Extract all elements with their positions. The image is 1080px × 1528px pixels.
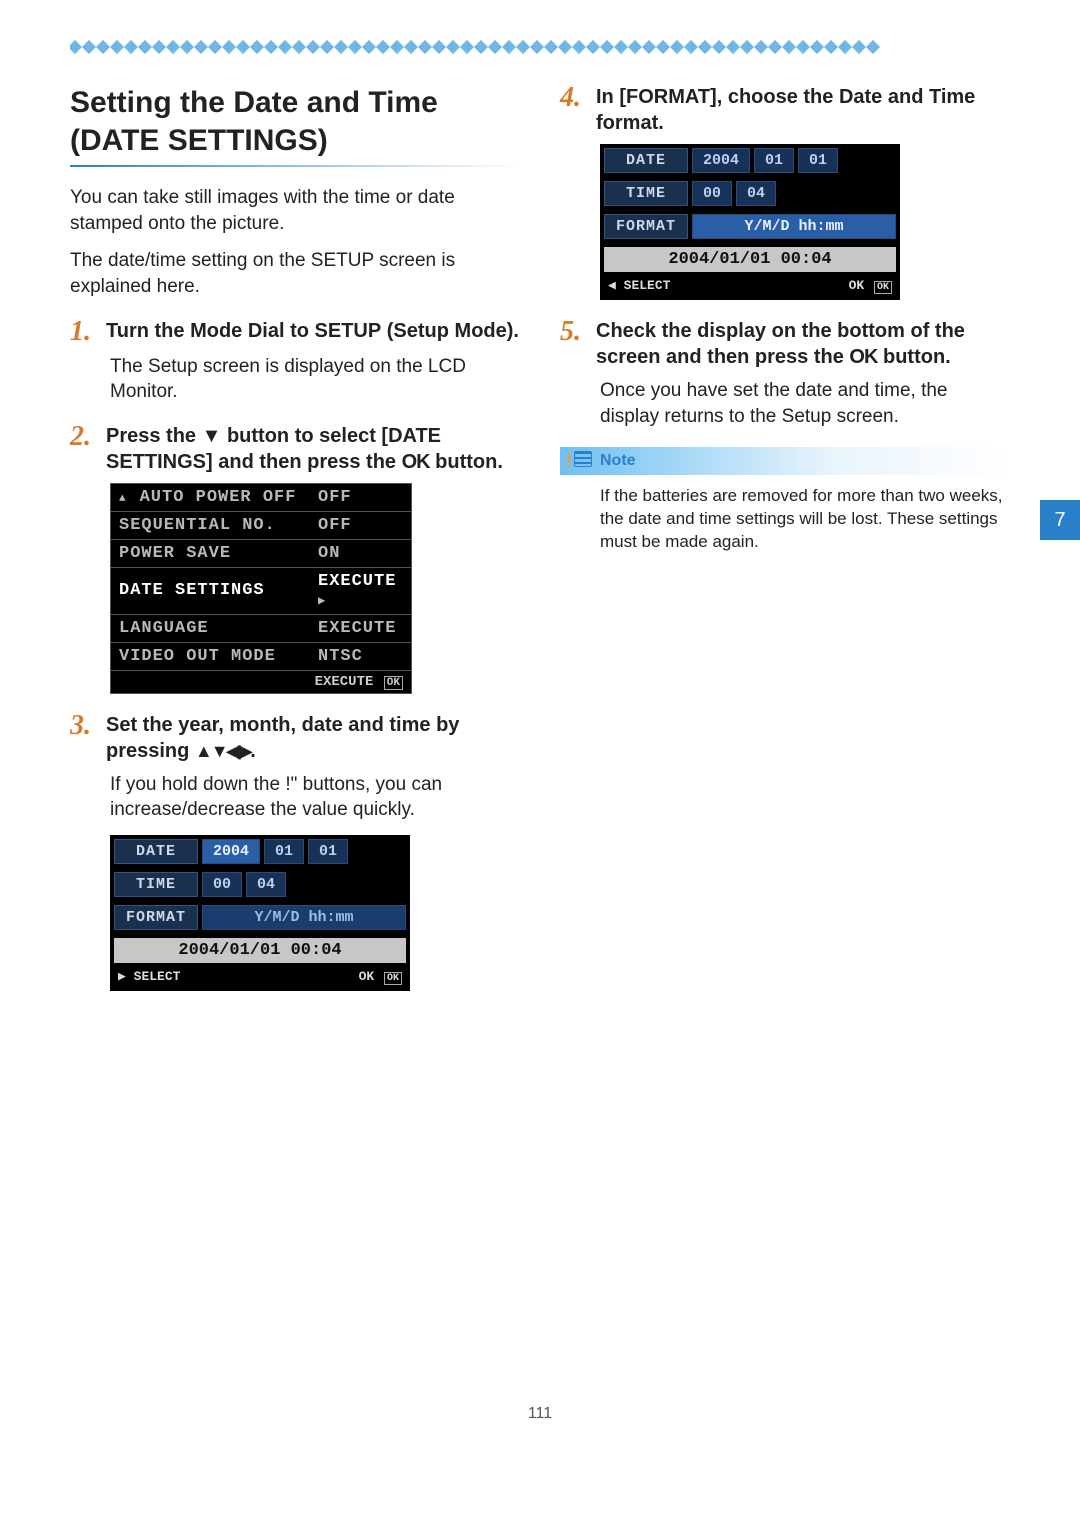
step-heading: Set the year, month, date and time by pr… xyxy=(106,712,520,764)
select-arrow-icon: ◀ xyxy=(608,278,616,293)
step-3-body: If you hold down the !" buttons, you can… xyxy=(110,772,520,823)
date-settings-screenshot-a: DATE 2004 01 01 TIME 00 04 FORMAT Y/M/D … xyxy=(110,835,410,991)
step-5: 5. Check the display on the bottom of th… xyxy=(560,318,1010,370)
ok-box-icon: OK xyxy=(384,972,402,985)
step-head-text-b: (Setup Mode). xyxy=(381,320,519,342)
menu-item-value: ON xyxy=(318,544,403,563)
note-banner: ! Note xyxy=(560,447,1010,475)
note-text: If the batteries are removed for more th… xyxy=(600,485,1010,554)
page-title: Setting the Date and Time (DATE SETTINGS… xyxy=(70,84,520,159)
menu-item-label: VIDEO OUT MODE xyxy=(119,647,308,666)
menu-item-value: EXECUTE xyxy=(318,572,403,610)
chapter-tab: 7 xyxy=(1040,500,1080,540)
step-heading: Press the ▼ button to select [DATE SETTI… xyxy=(106,423,520,475)
intro-paragraph-1: You can take still images with the time … xyxy=(70,185,520,236)
minute-value: 04 xyxy=(736,181,776,206)
ok-box-icon: OK xyxy=(874,281,892,294)
step-1-body: The Setup screen is displayed on the LCD… xyxy=(110,354,520,405)
menu-item-value: NTSC xyxy=(318,647,403,666)
step-head-text: Set the year, month, date and time by pr… xyxy=(106,714,459,762)
date-field-label: DATE xyxy=(114,839,198,864)
time-field-label: TIME xyxy=(114,872,198,897)
format-field-label: FORMAT xyxy=(114,905,198,930)
step-3: 3. Set the year, month, date and time by… xyxy=(70,712,520,764)
step-number: 3. xyxy=(70,712,96,764)
date-settings-screenshot-b: DATE 2004 01 01 TIME 00 04 FORMAT Y/M/D … xyxy=(600,144,900,300)
month-value: 01 xyxy=(754,148,794,173)
month-value: 01 xyxy=(264,839,304,864)
ok-box-icon: OK xyxy=(384,676,403,690)
page-number: 111 xyxy=(70,1405,1010,1423)
time-field-label: TIME xyxy=(604,181,688,206)
select-label: SELECT xyxy=(134,969,181,984)
menu-footer: EXECUTE OK xyxy=(111,671,411,693)
select-arrow-icon: ▶ xyxy=(118,969,126,984)
minute-value: 04 xyxy=(246,872,286,897)
ok-label: OK xyxy=(359,969,375,984)
step-head-text: Press the xyxy=(106,425,202,447)
step-number: 1. xyxy=(70,318,96,346)
hour-value: 00 xyxy=(692,181,732,206)
step-number: 2. xyxy=(70,423,96,475)
format-value: Y/M/D hh:mm xyxy=(202,905,406,930)
step-2: 2. Press the ▼ button to select [DATE SE… xyxy=(70,423,520,475)
datetime-preview: 2004/01/01 00:04 xyxy=(114,938,406,963)
ok-glyph: OK xyxy=(849,346,877,368)
day-value: 01 xyxy=(308,839,348,864)
title-underline xyxy=(70,165,520,167)
datetime-preview: 2004/01/01 00:04 xyxy=(604,247,896,272)
intro-paragraph-2: The date/time setting on the SETUP scree… xyxy=(70,248,520,299)
menu-item-label: POWER SAVE xyxy=(119,544,308,563)
step-5-body: Once you have set the date and time, the… xyxy=(600,378,1010,429)
step-heading: Check the display on the bottom of the s… xyxy=(596,318,1010,370)
year-value: 2004 xyxy=(692,148,750,173)
menu-item-label: AUTO POWER OFF xyxy=(140,488,308,507)
note-label: Note xyxy=(600,452,636,470)
setup-menu-screenshot: AUTO POWER OFF OFF SEQUENTIAL NO. OFF POWE… xyxy=(110,483,412,694)
year-value: 2004 xyxy=(202,839,260,864)
step-4: 4. In [FORMAT], choose the Date and Time… xyxy=(560,84,1010,136)
menu-item-label: DATE SETTINGS xyxy=(119,581,308,600)
hour-value: 00 xyxy=(202,872,242,897)
down-arrow-icon: ▼ xyxy=(202,425,222,447)
step-head-text-c: button. xyxy=(430,451,503,473)
select-label: SELECT xyxy=(624,278,671,293)
footer-execute: EXECUTE xyxy=(315,674,374,690)
menu-item-label: SEQUENTIAL NO. xyxy=(119,516,308,535)
step-number: 5. xyxy=(560,318,586,370)
menu-item-value: OFF xyxy=(318,516,403,535)
menu-item-label: LANGUAGE xyxy=(119,619,308,638)
step-heading: Turn the Mode Dial to SETUP (Setup Mode)… xyxy=(106,318,519,346)
setup-glyph: SETUP xyxy=(315,320,382,342)
day-value: 01 xyxy=(798,148,838,173)
step-head-text-b: button. xyxy=(877,346,950,368)
decorative-diamond-border xyxy=(70,40,1010,54)
note-icon: ! xyxy=(566,451,592,472)
format-value: Y/M/D hh:mm xyxy=(692,214,896,239)
menu-item-value: OFF xyxy=(318,488,403,507)
format-field-label: FORMAT xyxy=(604,214,688,239)
step-head-text-b: . xyxy=(250,740,256,762)
menu-item-value: EXECUTE xyxy=(318,619,403,638)
step-number: 4. xyxy=(560,84,586,136)
date-field-label: DATE xyxy=(604,148,688,173)
step-1: 1. Turn the Mode Dial to SETUP (Setup Mo… xyxy=(70,318,520,346)
dpad-arrows-icon: ▲▼◀▶ xyxy=(195,741,250,761)
ok-label: OK xyxy=(849,278,865,293)
step-head-text: Turn the Mode Dial to xyxy=(106,320,315,342)
ok-glyph: OK xyxy=(402,451,430,473)
step-heading: In [FORMAT], choose the Date and Time fo… xyxy=(596,84,1010,136)
